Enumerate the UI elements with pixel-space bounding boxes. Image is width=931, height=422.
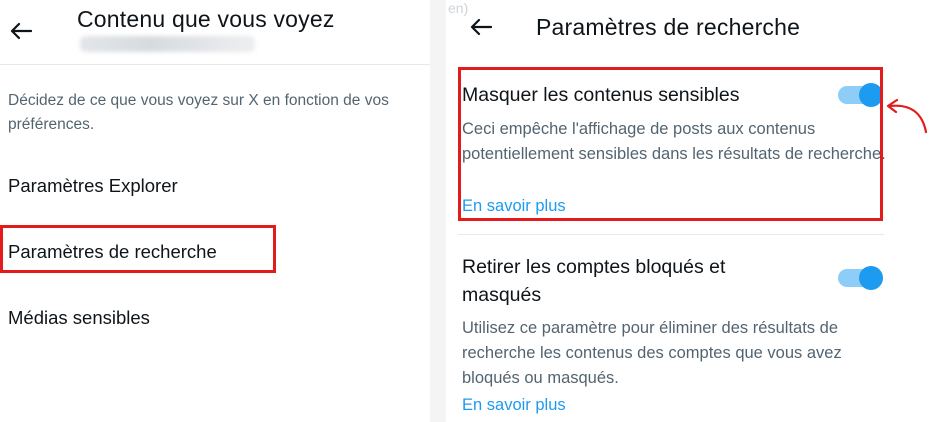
page-description: Décidez de ce que vous voyez sur X en fo… bbox=[8, 92, 389, 133]
right-panel: en) Paramètres de recherche Masquer les … bbox=[446, 0, 931, 422]
page-title: Paramètres de recherche bbox=[536, 14, 801, 40]
blurred-account-handle bbox=[80, 36, 255, 52]
back-button[interactable] bbox=[6, 16, 36, 46]
toggle-remove-blocked[interactable] bbox=[838, 266, 883, 290]
highlight-box-hide-sensitive bbox=[458, 67, 883, 221]
annotation-arrow-icon bbox=[886, 98, 928, 134]
page-title: Contenu que vous voyez bbox=[77, 6, 335, 32]
toggle-knob bbox=[859, 266, 883, 290]
highlight-box-search-settings bbox=[0, 225, 276, 273]
menu-item-parametres-explorer[interactable]: Paramètres Explorer bbox=[8, 175, 178, 197]
left-panel: Contenu que vous voyez Décidez de ce que… bbox=[0, 0, 430, 422]
settings-divider bbox=[458, 234, 884, 235]
menu-item-medias-sensibles[interactable]: Médias sensibles bbox=[8, 307, 150, 329]
back-arrow-icon bbox=[470, 18, 492, 36]
learn-more-link[interactable]: En savoir plus bbox=[462, 396, 566, 415]
back-arrow-icon bbox=[10, 22, 32, 40]
panel-gap bbox=[430, 0, 446, 422]
header-divider bbox=[0, 64, 430, 65]
setting-description-remove-blocked: Utilisez ce paramètre pour éliminer des … bbox=[462, 319, 842, 387]
back-button[interactable] bbox=[466, 12, 496, 42]
setting-title-remove-blocked: Retirer les comptes bloqués et masqués bbox=[462, 256, 726, 306]
